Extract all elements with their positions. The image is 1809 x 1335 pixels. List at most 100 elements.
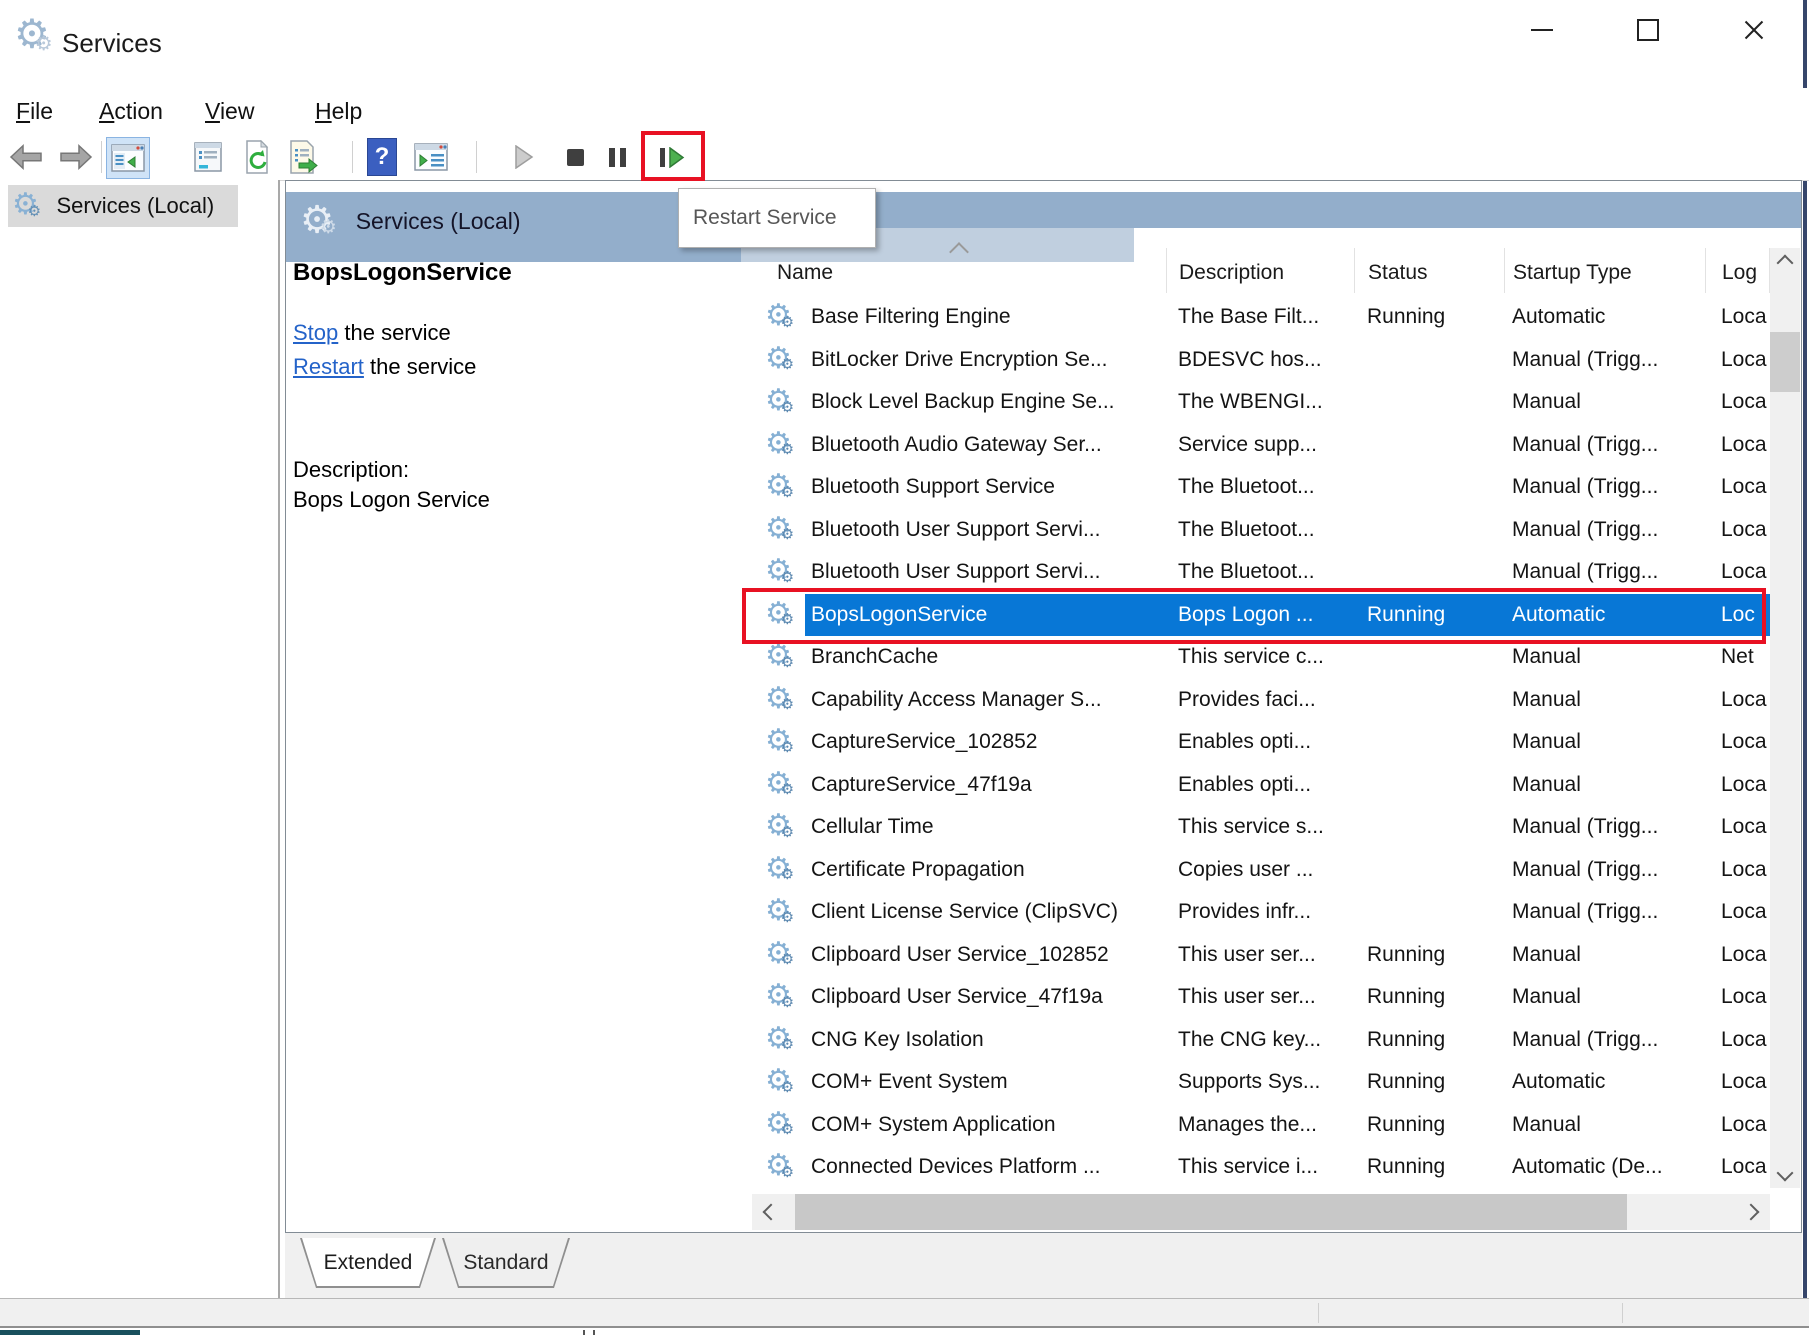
services-list: Base Filtering Engine The Base Filt... R…	[752, 296, 1770, 1189]
maximize-button[interactable]	[1624, 8, 1672, 52]
service-row[interactable]: Connected Devices Platform ... This serv…	[752, 1146, 1770, 1189]
tab-standard[interactable]: Standard	[442, 1238, 570, 1288]
service-row-content: BopsLogonService Bops Logon ... Running …	[805, 594, 1770, 637]
service-gear-icon	[765, 515, 805, 545]
extended-view-button[interactable]	[411, 137, 451, 177]
cell-startup-type: Manual (Trigg...	[1504, 551, 1705, 594]
services-main-panel: Services (Local) BopsLogonService Stop t…	[285, 180, 1802, 1233]
export-list-button[interactable]	[283, 137, 323, 177]
column-header-description[interactable]: Description	[1167, 248, 1355, 293]
service-row-content: BitLocker Drive Encryption Se... BDESVC …	[805, 339, 1770, 382]
cell-log-on-as: Loca	[1705, 381, 1769, 424]
cell-log-on-as: Loca	[1705, 424, 1769, 467]
service-row[interactable]: Clipboard User Service_47f19a This user …	[752, 976, 1770, 1019]
service-row[interactable]: Cellular Time This service s... Manual (…	[752, 806, 1770, 849]
service-row-selected[interactable]: BopsLogonService Bops Logon ... Running …	[752, 594, 1770, 637]
back-button[interactable]	[6, 137, 46, 177]
menu-file[interactable]: File	[2, 88, 67, 135]
service-row[interactable]: Bluetooth Audio Gateway Ser... Service s…	[752, 424, 1770, 467]
cell-description: The Bluetoot...	[1166, 466, 1354, 509]
minimize-button[interactable]	[1518, 8, 1566, 52]
cell-description: The Bluetoot...	[1166, 509, 1354, 552]
cell-name: Client License Service (ClipSVC)	[805, 891, 1166, 934]
service-row[interactable]: Clipboard User Service_102852 This user …	[752, 934, 1770, 977]
service-row[interactable]: CaptureService_47f19a Enables opti... Ma…	[752, 764, 1770, 807]
column-header-startup-type[interactable]: Startup Type	[1505, 248, 1706, 293]
vertical-scrollbar[interactable]	[1770, 248, 1800, 1188]
service-gear-icon	[765, 812, 805, 842]
cell-description: The CNG key...	[1166, 1019, 1354, 1062]
scroll-right-button[interactable]	[1732, 1194, 1770, 1230]
service-row[interactable]: BitLocker Drive Encryption Se... BDESVC …	[752, 339, 1770, 382]
service-row[interactable]: Bluetooth Support Service The Bluetoot..…	[752, 466, 1770, 509]
service-row-content: CaptureService_47f19a Enables opti... Ma…	[805, 764, 1770, 807]
cell-status	[1354, 849, 1504, 892]
service-row-content: Clipboard User Service_102852 This user …	[805, 934, 1770, 977]
cell-description: Copies user ...	[1166, 849, 1354, 892]
properties-icon	[192, 141, 224, 173]
cell-status	[1354, 721, 1504, 764]
column-header-status[interactable]: Status	[1355, 248, 1505, 293]
service-gear-icon	[765, 897, 805, 927]
service-row[interactable]: COM+ System Application Manages the... R…	[752, 1104, 1770, 1147]
forward-button[interactable]	[56, 137, 96, 177]
cell-description: Enables opti...	[1166, 764, 1354, 807]
toolbar-separator	[476, 141, 477, 173]
tree-item-services-local[interactable]: Services (Local)	[8, 185, 238, 227]
service-row[interactable]: Bluetooth User Support Servi... The Blue…	[752, 509, 1770, 552]
properties-button[interactable]	[188, 137, 228, 177]
restart-service-button[interactable]	[652, 137, 692, 177]
cell-startup-type: Manual	[1504, 721, 1705, 764]
extended-view-icon	[414, 142, 448, 172]
cell-startup-type: Manual (Trigg...	[1504, 1019, 1705, 1062]
service-gear-icon	[765, 345, 805, 375]
stop-service-button[interactable]	[557, 137, 593, 177]
menu-help[interactable]: Help	[301, 88, 376, 135]
column-header-log[interactable]: Log	[1706, 248, 1770, 293]
service-row[interactable]: COM+ Event System Supports Sys... Runnin…	[752, 1061, 1770, 1104]
service-row[interactable]: Capability Access Manager S... Provides …	[752, 679, 1770, 722]
services-gear-icon	[300, 202, 344, 240]
start-service-button[interactable]	[506, 137, 542, 177]
menu-view[interactable]: View	[191, 88, 268, 135]
service-row[interactable]: CaptureService_102852 Enables opti... Ma…	[752, 721, 1770, 764]
description-label: Description:	[293, 457, 409, 483]
cell-startup-type: Manual	[1504, 636, 1705, 679]
horizontal-scrollbar-thumb[interactable]	[795, 1194, 1627, 1230]
cell-name: COM+ Event System	[805, 1061, 1166, 1104]
restart-service-link[interactable]: Restart	[293, 354, 364, 379]
service-gear-icon	[765, 430, 805, 460]
help-button[interactable]	[364, 137, 400, 177]
show-console-tree-button[interactable]	[106, 137, 150, 179]
pause-service-button[interactable]	[599, 137, 635, 177]
scroll-down-button[interactable]	[1770, 1158, 1800, 1188]
service-row[interactable]: Base Filtering Engine The Base Filt... R…	[752, 296, 1770, 339]
menu-action[interactable]: Action	[85, 88, 177, 135]
service-row[interactable]: Bluetooth User Support Servi... The Blue…	[752, 551, 1770, 594]
service-row[interactable]: Client License Service (ClipSVC) Provide…	[752, 891, 1770, 934]
tab-extended[interactable]: Extended	[300, 1238, 436, 1288]
service-row[interactable]: BranchCache This service c... Manual Net	[752, 636, 1770, 679]
menu-bar: File Action View Help	[0, 88, 1809, 135]
refresh-button[interactable]	[237, 137, 277, 177]
service-row[interactable]: Certificate Propagation Copies user ... …	[752, 849, 1770, 892]
scroll-up-button[interactable]	[1770, 248, 1800, 278]
service-gear-icon	[765, 1067, 805, 1097]
cell-description: Service supp...	[1166, 424, 1354, 467]
vertical-scrollbar-thumb[interactable]	[1770, 332, 1800, 392]
scroll-left-button[interactable]	[752, 1194, 790, 1230]
cell-log-on-as: Loca	[1705, 934, 1769, 977]
cell-status: Running	[1354, 296, 1504, 339]
cell-startup-type: Manual (Trigg...	[1504, 849, 1705, 892]
horizontal-scrollbar[interactable]	[752, 1194, 1770, 1230]
cell-startup-type: Automatic	[1504, 1061, 1705, 1104]
service-row[interactable]: Block Level Backup Engine Se... The WBEN…	[752, 381, 1770, 424]
cell-status	[1354, 679, 1504, 722]
toolbar-separator	[352, 141, 353, 173]
close-button[interactable]	[1730, 8, 1778, 52]
service-row[interactable]: CNG Key Isolation The CNG key... Running…	[752, 1019, 1770, 1062]
stop-service-line: Stop the service	[293, 320, 451, 346]
cell-startup-type: Manual	[1504, 381, 1705, 424]
stop-service-link[interactable]: Stop	[293, 320, 338, 345]
service-row-content: Bluetooth User Support Servi... The Blue…	[805, 551, 1770, 594]
